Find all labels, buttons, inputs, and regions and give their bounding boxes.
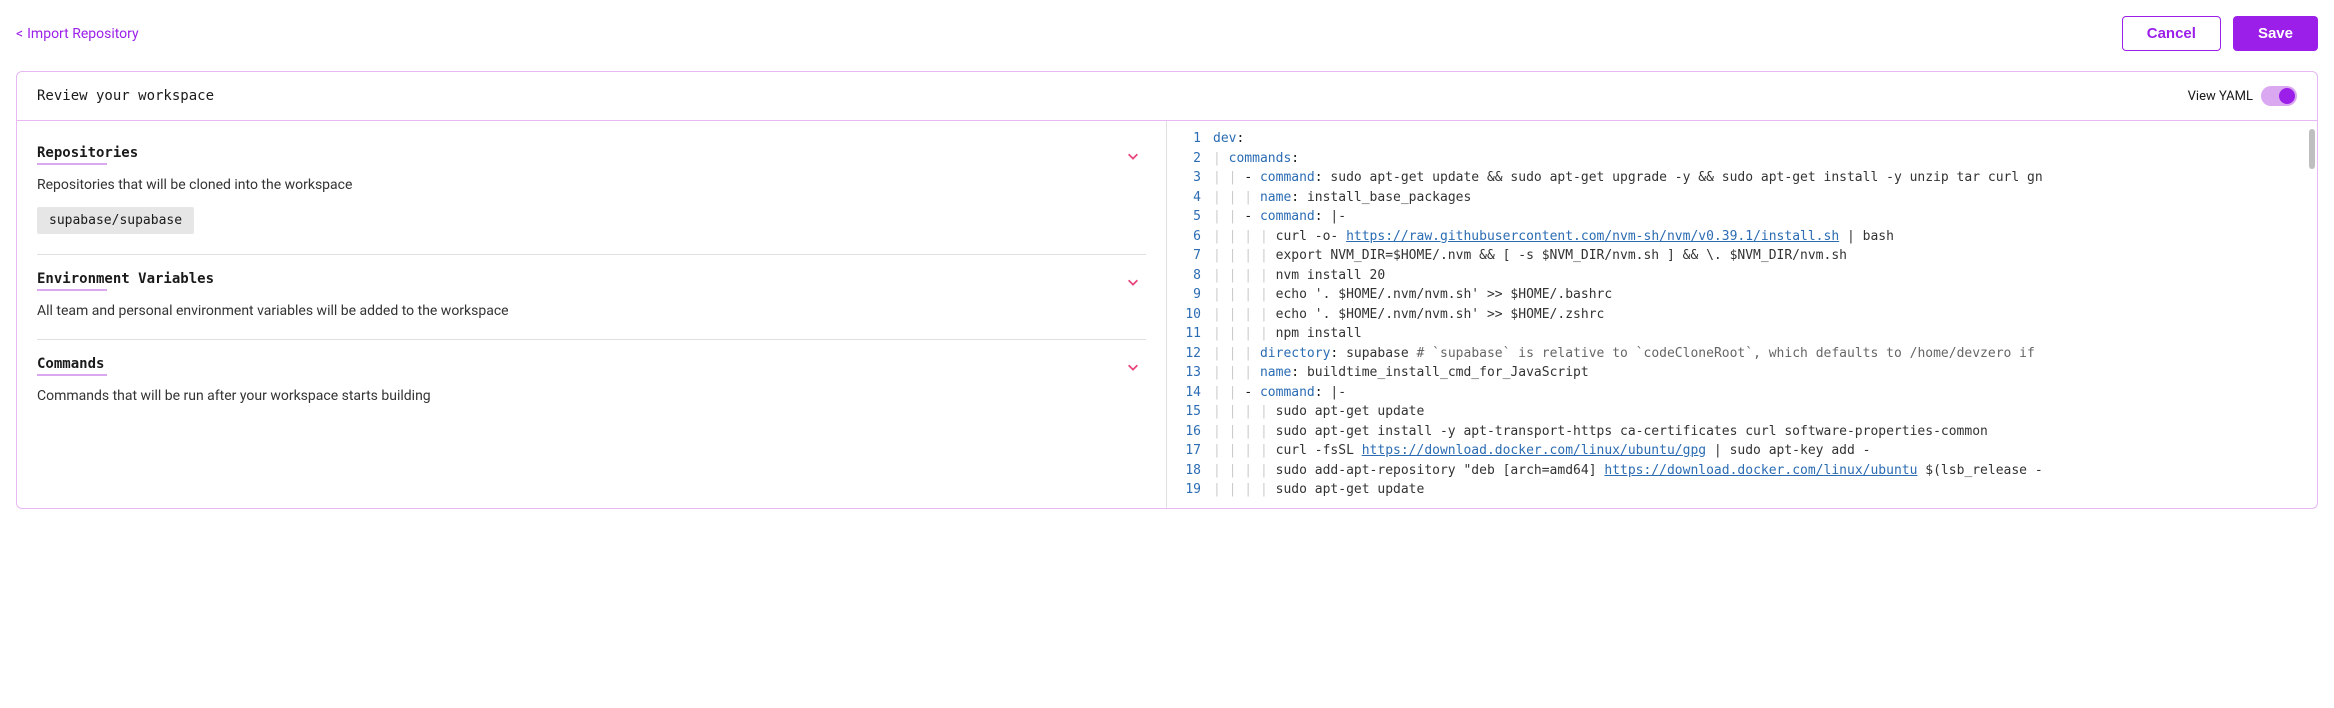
line-number: 16 xyxy=(1167,422,1213,442)
code-text: | | | | npm install xyxy=(1213,324,1362,344)
code-text: | | - command: sudo apt-get update && su… xyxy=(1213,168,2043,188)
workspace-config-pane: Repositories Repositories that will be c… xyxy=(17,121,1167,508)
code-text: | | | | export NVM_DIR=$HOME/.nvm && [ -… xyxy=(1213,246,1847,266)
code-text: | | | | echo '. $HOME/.nvm/nvm.sh' >> $H… xyxy=(1213,285,1612,305)
code-text: | | | | echo '. $HOME/.nvm/nvm.sh' >> $H… xyxy=(1213,305,1604,325)
code-text: | | | | sudo apt-get update xyxy=(1213,480,1424,500)
line-number: 6 xyxy=(1167,227,1213,247)
save-button[interactable]: Save xyxy=(2233,16,2318,51)
commands-section: Commands Commands that will be run after… xyxy=(37,340,1146,424)
review-workspace-panel: Review your workspace View YAML Reposito… xyxy=(16,71,2318,509)
section-expand-env[interactable] xyxy=(1126,275,1140,293)
repository-chip[interactable]: supabase/supabase xyxy=(37,207,194,234)
line-number: 13 xyxy=(1167,363,1213,383)
code-text: | | | | sudo apt-get install -y apt-tran… xyxy=(1213,422,1988,442)
code-text: | | | directory: supabase # `supabase` i… xyxy=(1213,344,2035,364)
title-underline xyxy=(37,289,107,291)
panel-title: Review your workspace xyxy=(37,88,214,104)
code-text: | | | | curl -o- https://raw.githubuserc… xyxy=(1213,227,1894,247)
code-text: | | - command: |- xyxy=(1213,383,1346,403)
code-text: | | | | sudo add-apt-repository "deb [ar… xyxy=(1213,461,2043,481)
environment-variables-section: Environment Variables All team and perso… xyxy=(37,255,1146,340)
view-yaml-label: View YAML xyxy=(2188,89,2253,104)
line-number: 3 xyxy=(1167,168,1213,188)
section-description: Repositories that will be cloned into th… xyxy=(37,177,1146,193)
code-text: | | | | sudo apt-get update xyxy=(1213,402,1424,422)
section-title: Repositories xyxy=(37,145,1146,161)
line-number: 7 xyxy=(1167,246,1213,266)
code-text: | | | | curl -fsSL https://download.dock… xyxy=(1213,441,1870,461)
view-yaml-toggle[interactable] xyxy=(2261,86,2297,106)
line-number: 17 xyxy=(1167,441,1213,461)
section-expand-repositories[interactable] xyxy=(1126,149,1140,167)
section-title: Environment Variables xyxy=(37,271,1146,287)
section-description: All team and personal environment variab… xyxy=(37,303,1146,319)
code-text: | | | | nvm install 20 xyxy=(1213,266,1385,286)
repositories-section: Repositories Repositories that will be c… xyxy=(37,129,1146,255)
line-number: 10 xyxy=(1167,305,1213,325)
section-title: Commands xyxy=(37,356,1146,372)
chevron-down-icon xyxy=(1126,275,1140,289)
code-text: | | - command: |- xyxy=(1213,207,1346,227)
line-number: 5 xyxy=(1167,207,1213,227)
code-text: | | | name: buildtime_install_cmd_for_Ja… xyxy=(1213,363,1589,383)
line-number: 2 xyxy=(1167,149,1213,169)
back-link-text: Import Repository xyxy=(27,26,139,42)
code-text: | commands: xyxy=(1213,149,1299,169)
chevron-down-icon xyxy=(1126,360,1140,374)
title-underline xyxy=(37,163,107,165)
line-number: 11 xyxy=(1167,324,1213,344)
code-text: dev: xyxy=(1213,129,1244,149)
chevron-down-icon xyxy=(1126,149,1140,163)
title-underline xyxy=(37,374,107,376)
line-number: 4 xyxy=(1167,188,1213,208)
line-number: 8 xyxy=(1167,266,1213,286)
line-number: 14 xyxy=(1167,383,1213,403)
chevron-left-icon: < xyxy=(16,26,23,42)
line-number: 19 xyxy=(1167,480,1213,500)
yaml-editor[interactable]: 1dev: 2| commands: 3| | - command: sudo … xyxy=(1167,121,2317,508)
line-number: 1 xyxy=(1167,129,1213,149)
import-repository-back-link[interactable]: < Import Repository xyxy=(16,26,139,42)
section-expand-commands[interactable] xyxy=(1126,360,1140,378)
line-number: 18 xyxy=(1167,461,1213,481)
section-description: Commands that will be run after your wor… xyxy=(37,388,1146,404)
line-number: 12 xyxy=(1167,344,1213,364)
line-number: 15 xyxy=(1167,402,1213,422)
cancel-button[interactable]: Cancel xyxy=(2122,16,2221,51)
code-text: | | | name: install_base_packages xyxy=(1213,188,1471,208)
line-number: 9 xyxy=(1167,285,1213,305)
scrollbar-thumb[interactable] xyxy=(2309,129,2315,169)
